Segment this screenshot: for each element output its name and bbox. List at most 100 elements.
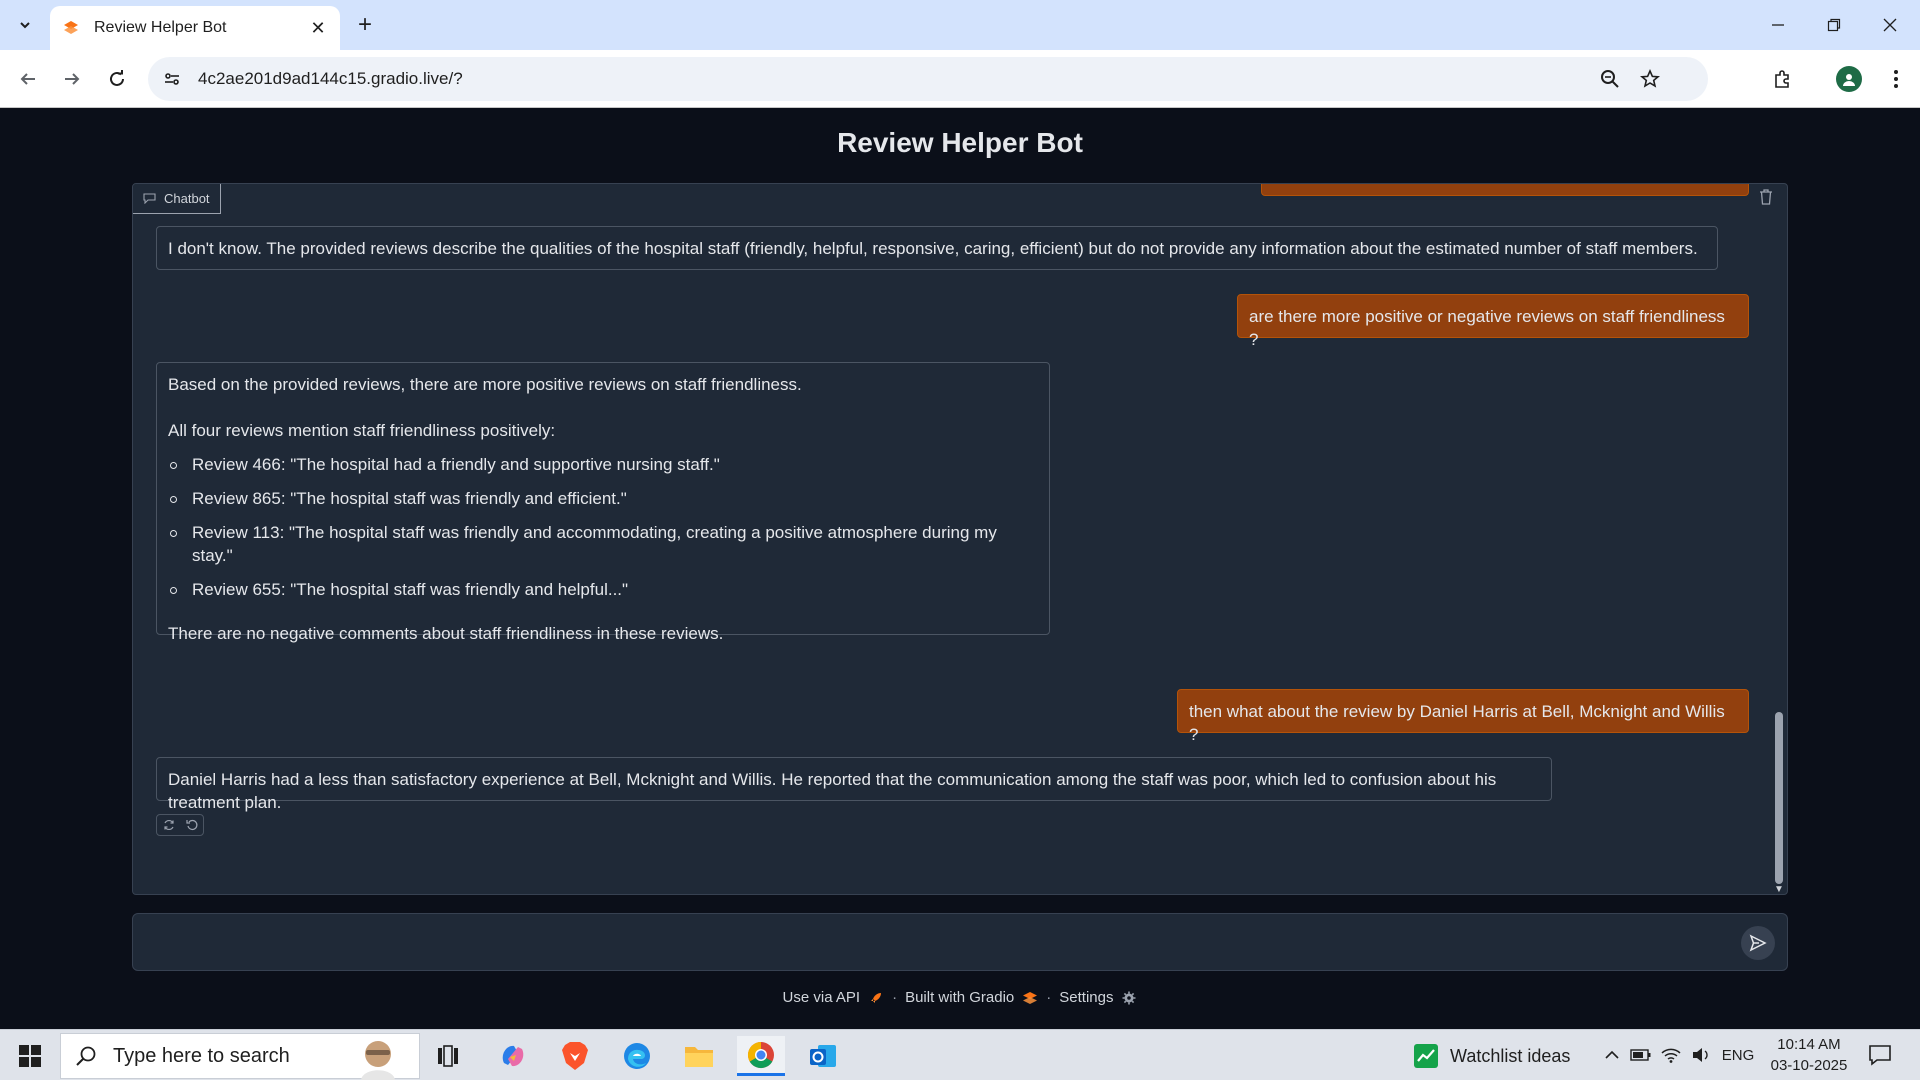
copilot-icon bbox=[502, 1045, 524, 1067]
taskbar-search-placeholder: Type here to search bbox=[113, 1044, 290, 1067]
reload-button[interactable] bbox=[99, 61, 135, 97]
chevron-up-icon bbox=[1605, 1050, 1619, 1059]
message-input[interactable] bbox=[145, 922, 1705, 962]
taskbar-search-box[interactable]: Type here to search bbox=[60, 1033, 420, 1080]
chrome-icon bbox=[747, 1041, 774, 1068]
search-icon bbox=[76, 1046, 96, 1066]
extensions-button[interactable] bbox=[1764, 61, 1800, 97]
edge-icon bbox=[624, 1043, 650, 1069]
chrome-browser-app[interactable] bbox=[737, 1036, 785, 1076]
wifi-icon bbox=[1661, 1048, 1681, 1063]
network-status[interactable] bbox=[1658, 1040, 1684, 1070]
use-via-api-link[interactable]: Use via API bbox=[783, 989, 861, 1006]
bot-message: Daniel Harris had a less than satisfacto… bbox=[156, 757, 1552, 812]
show-hidden-icons-button[interactable] bbox=[1600, 1040, 1624, 1070]
task-view-button[interactable] bbox=[424, 1036, 472, 1076]
back-button[interactable] bbox=[10, 61, 46, 97]
address-bar[interactable]: 4c2ae201d9ad144c15.gradio.live/? bbox=[148, 57, 1708, 101]
zoom-button[interactable] bbox=[1592, 61, 1628, 97]
speaker-icon bbox=[1693, 1048, 1708, 1062]
folder-icon bbox=[685, 1047, 713, 1067]
settings-link[interactable]: Settings bbox=[1059, 989, 1113, 1006]
built-with-gradio-link[interactable]: Built with Gradio bbox=[905, 989, 1014, 1006]
zoom-icon bbox=[1601, 70, 1619, 88]
review-list: Review 466: "The hospital had a friendly… bbox=[168, 454, 1038, 602]
bot-message-intro: Based on the provided reviews, there are… bbox=[168, 375, 802, 394]
task-view-icon bbox=[438, 1045, 458, 1067]
chat-scrollbar-thumb[interactable] bbox=[1775, 712, 1783, 884]
user-message: are there more positive or negative revi… bbox=[1237, 294, 1749, 349]
bot-message: I don't know. The provided reviews descr… bbox=[156, 226, 1718, 270]
review-list-item: Review 113: "The hospital staff was frie… bbox=[168, 522, 1038, 568]
new-tab-button[interactable]: + bbox=[350, 10, 380, 40]
brave-lion-icon bbox=[562, 1042, 588, 1070]
gradio-favicon-icon bbox=[64, 21, 78, 34]
minimize-button[interactable] bbox=[1750, 0, 1806, 50]
start-button[interactable] bbox=[10, 1040, 50, 1072]
bookmark-button[interactable] bbox=[1632, 61, 1668, 97]
arrow-right-icon bbox=[65, 73, 80, 85]
message-input-row bbox=[132, 913, 1788, 971]
outlook-app[interactable] bbox=[799, 1036, 847, 1076]
clock-date: 03-10-2025 bbox=[1770, 1057, 1848, 1074]
undo-icon[interactable] bbox=[185, 819, 198, 831]
search-highlight-illustration bbox=[361, 1041, 395, 1080]
bot-message-text: I don't know. The provided reviews descr… bbox=[168, 239, 1698, 258]
restore-button[interactable] bbox=[1806, 0, 1862, 50]
windows-taskbar: Type here to search Watchlist ideas ENG … bbox=[0, 1029, 1920, 1080]
reload-icon bbox=[110, 70, 124, 86]
user-message: then what about the review by Daniel Har… bbox=[1177, 689, 1749, 744]
review-list-item: Review 466: "The hospital had a friendly… bbox=[168, 454, 1038, 477]
file-explorer-app[interactable] bbox=[675, 1036, 723, 1076]
review-list-item: Review 655: "The hospital staff was frie… bbox=[168, 579, 1038, 602]
profile-avatar[interactable] bbox=[1836, 66, 1862, 92]
footer-separator: · bbox=[892, 989, 898, 1006]
profile-icon bbox=[1843, 74, 1855, 86]
page-footer: Use via API · Built with Gradio · Settin… bbox=[0, 989, 1920, 1006]
tab-close-icon[interactable]: ✕ bbox=[308, 18, 328, 38]
arrow-left-icon bbox=[20, 73, 35, 85]
footer-separator: · bbox=[1046, 989, 1052, 1006]
battery-icon bbox=[1630, 1049, 1651, 1061]
puzzle-icon bbox=[1775, 70, 1789, 88]
gradio-app: Review Helper Bot Chatbot I don't know. … bbox=[0, 109, 1920, 1029]
site-info-icon[interactable] bbox=[160, 67, 184, 91]
user-message-clipped bbox=[1261, 184, 1749, 196]
browser-toolbar: 4c2ae201d9ad144c15.gradio.live/? bbox=[0, 50, 1920, 108]
brave-browser-app[interactable] bbox=[551, 1036, 599, 1076]
notifications-button[interactable] bbox=[1862, 1040, 1898, 1070]
browser-menu-button[interactable] bbox=[1878, 61, 1914, 97]
chatbot-panel: Chatbot I don't know. The provided revie… bbox=[132, 183, 1788, 895]
retry-icon[interactable] bbox=[163, 819, 175, 831]
minimize-icon bbox=[1772, 24, 1784, 26]
user-message-text: then what about the review by Daniel Har… bbox=[1189, 702, 1725, 744]
battery-status[interactable] bbox=[1628, 1040, 1654, 1070]
browser-tab[interactable]: Review Helper Bot ✕ bbox=[50, 6, 340, 50]
edge-browser-app[interactable] bbox=[613, 1036, 661, 1076]
restore-icon bbox=[1827, 18, 1841, 32]
close-window-button[interactable] bbox=[1862, 0, 1918, 50]
input-language[interactable]: ENG bbox=[1718, 1040, 1758, 1070]
send-button[interactable] bbox=[1741, 926, 1775, 960]
watchlist-widget[interactable]: Watchlist ideas bbox=[1412, 1036, 1570, 1076]
watchlist-text: Watchlist ideas bbox=[1450, 1045, 1571, 1066]
chatbot-label: Chatbot bbox=[133, 184, 221, 214]
close-icon bbox=[1883, 18, 1897, 32]
forward-button[interactable] bbox=[54, 61, 90, 97]
taskbar-clock[interactable]: 10:14 AM 03-10-2025 bbox=[1764, 1034, 1854, 1076]
bot-message-outro: There are no negative comments about sta… bbox=[168, 623, 724, 643]
star-icon bbox=[1640, 69, 1660, 88]
volume-control[interactable] bbox=[1688, 1040, 1714, 1070]
notification-icon bbox=[1869, 1045, 1891, 1066]
clear-chat-button[interactable] bbox=[1757, 188, 1775, 206]
bot-message-lead: All four reviews mention staff friendlin… bbox=[168, 420, 556, 440]
gear-icon bbox=[1121, 990, 1137, 1006]
tab-search-button[interactable] bbox=[8, 8, 42, 42]
scroll-down-arrow-icon[interactable]: ▼ bbox=[1773, 884, 1785, 894]
send-icon bbox=[1749, 934, 1767, 952]
chat-icon bbox=[143, 193, 156, 204]
user-message-text: are there more positive or negative revi… bbox=[1249, 307, 1725, 349]
copilot-app[interactable] bbox=[489, 1036, 537, 1076]
stocks-widget-icon bbox=[1414, 1044, 1438, 1068]
page-title: Review Helper Bot bbox=[837, 127, 1083, 158]
